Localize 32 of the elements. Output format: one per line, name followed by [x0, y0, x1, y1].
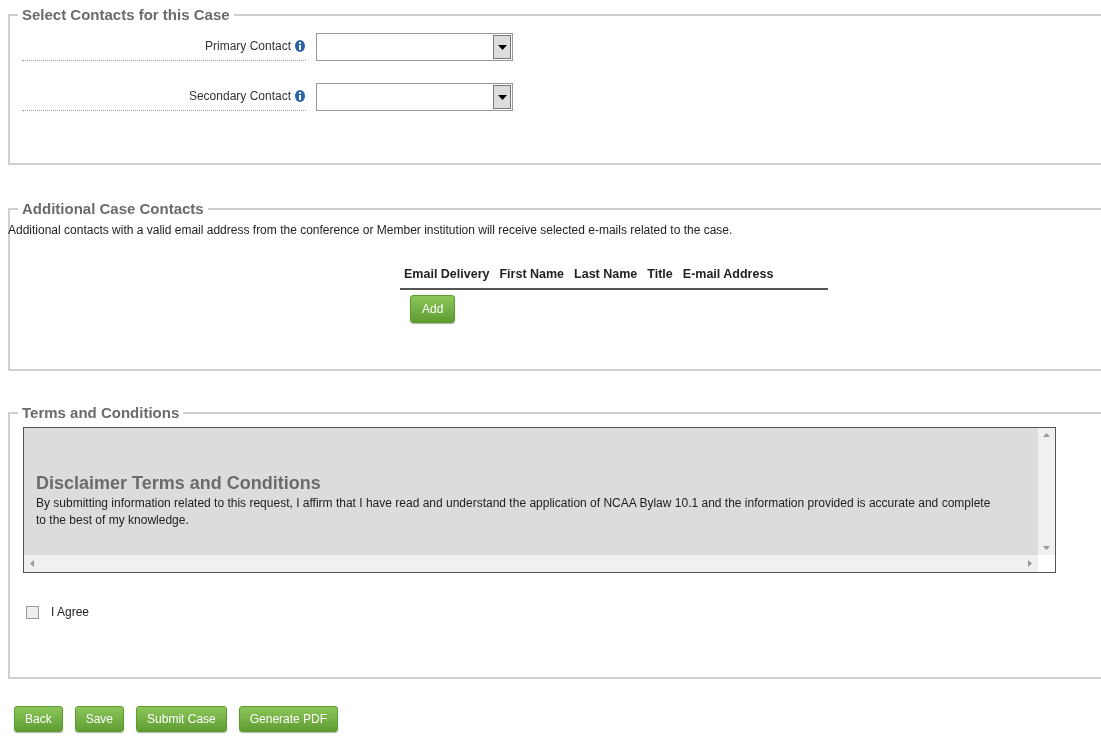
action-button[interactable]: Submit Case: [136, 706, 227, 732]
section-title: Select Contacts for this Case: [22, 6, 230, 23]
info-icon[interactable]: [294, 90, 306, 102]
right-arrow-icon[interactable]: [1028, 560, 1032, 567]
action-button[interactable]: Generate PDF: [238, 706, 339, 732]
column-header: Email Delivery: [404, 266, 490, 283]
vertical-scrollbar[interactable]: [1038, 428, 1055, 555]
info-text: Additional contacts with a valid email address from the conference or Member institution will receive selected e-mails related to the case.: [8, 222, 734, 239]
up-arrow-icon[interactable]: [1043, 433, 1050, 437]
caret-icon: [497, 44, 507, 50]
caret-icon: [497, 94, 507, 100]
section-title: Terms and Conditions: [22, 404, 180, 421]
column-header: Title: [647, 266, 673, 283]
horizontal-scrollbar[interactable]: [24, 555, 1038, 572]
contact-dropdown[interactable]: [316, 33, 513, 61]
left-arrow-icon[interactable]: [30, 560, 34, 567]
agree-checkbox[interactable]: [26, 605, 39, 619]
add-button[interactable]: Add: [410, 294, 456, 323]
column-header: First Name: [499, 266, 565, 283]
field-label: Secondary Contact: [188, 88, 291, 105]
terms-heading: Disclaimer Terms and Conditions: [36, 472, 322, 495]
action-button[interactable]: Back: [14, 706, 63, 732]
column-header: Last Name: [574, 266, 638, 283]
field-label: Primary Contact: [204, 38, 291, 55]
section-title: Additional Case Contacts: [22, 200, 204, 217]
action-button[interactable]: Save: [74, 706, 125, 732]
contact-dropdown[interactable]: [316, 83, 513, 111]
down-arrow-icon[interactable]: [1043, 546, 1050, 550]
column-header: E-mail Address: [682, 266, 774, 283]
info-icon[interactable]: [294, 40, 306, 52]
checkbox-label: I Agree: [51, 604, 90, 621]
terms-text: By submitting information related to this request, I affirm that I have read and understand the application of NCAA Bylaw 10.1 and the information provided is accurate and complete to the best of my knowledge.: [36, 494, 992, 529]
